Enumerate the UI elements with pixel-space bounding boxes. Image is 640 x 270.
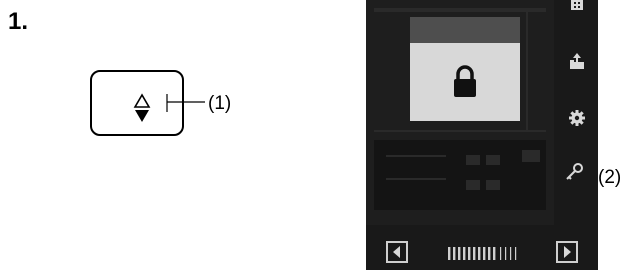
callout-label-1: (1): [208, 93, 232, 114]
callout-label-2: (2): [598, 167, 622, 188]
gear-icon[interactable]: [568, 109, 586, 127]
previous-page-button[interactable]: [386, 241, 408, 263]
bottom-navigation-bar: [366, 230, 598, 270]
right-arrow-icon: [564, 246, 571, 258]
lock-dialog-header: [410, 17, 520, 43]
lock-dialog: [410, 17, 520, 121]
stack-icon[interactable]: [569, 0, 585, 12]
instruction-figure: 1. (1) (2): [0, 0, 640, 270]
next-page-button[interactable]: [556, 241, 578, 263]
device-display: [366, 0, 598, 270]
upload-icon[interactable]: [568, 52, 586, 70]
lock-icon: [454, 65, 476, 97]
page-scroll-indicator[interactable]: [448, 247, 520, 260]
key-icon[interactable]: [565, 162, 585, 182]
left-arrow-icon: [393, 246, 400, 258]
